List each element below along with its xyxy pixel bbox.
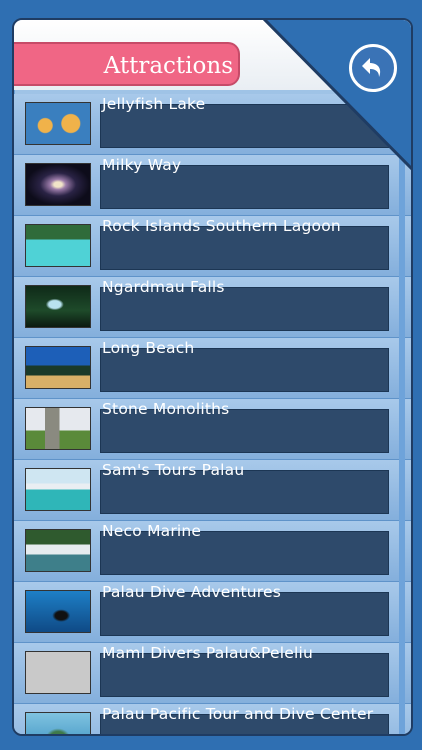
back-arrow-icon	[362, 58, 381, 77]
jellyfish-thumbnail	[25, 102, 91, 145]
page-title: Attractions	[14, 42, 240, 86]
lagoon-thumbnail	[25, 224, 91, 267]
scroll-edge	[399, 94, 405, 734]
item-label: Rock Islands Southern Lagoon	[102, 217, 341, 235]
header-corner-fold	[263, 20, 411, 170]
back-button[interactable]	[349, 44, 397, 92]
marina-thumbnail	[25, 529, 91, 572]
placeholder-thumbnail	[25, 651, 91, 694]
beach-thumbnail	[25, 346, 91, 389]
boat-tour-thumbnail	[25, 468, 91, 511]
item-label: Palau Dive Adventures	[102, 583, 282, 601]
diver-thumbnail	[25, 590, 91, 633]
item-label: Neco Marine	[102, 522, 202, 540]
monoliths-thumbnail	[25, 407, 91, 450]
island-aerial-thumbnail	[25, 712, 91, 734]
item-label: Palau Pacific Tour and Dive Center	[102, 705, 374, 723]
list-item-palau-dive-adventures[interactable]: Palau Dive Adventures	[14, 582, 411, 643]
waterfall-thumbnail	[25, 285, 91, 328]
item-label: Sam's Tours Palau	[102, 461, 245, 479]
list-item-sams-tours[interactable]: Sam's Tours Palau	[14, 460, 411, 521]
item-label: Ngardmau Falls	[102, 278, 225, 296]
list-item-stone-monoliths[interactable]: Stone Monoliths	[14, 399, 411, 460]
list-item-long-beach[interactable]: Long Beach	[14, 338, 411, 399]
app-frame: Attractions Jellyfish Lake Milky Way Roc…	[12, 18, 413, 736]
attractions-list[interactable]: Jellyfish Lake Milky Way Rock Islands So…	[14, 94, 411, 734]
list-item-palau-pacific-tour[interactable]: Palau Pacific Tour and Dive Center	[14, 704, 411, 734]
item-label: Milky Way	[102, 156, 182, 174]
item-label: Jellyfish Lake	[102, 95, 206, 113]
item-label: Stone Monoliths	[102, 400, 230, 418]
list-item-maml-divers[interactable]: Maml Divers Palau&Peleliu	[14, 643, 411, 704]
list-item-ngardmau-falls[interactable]: Ngardmau Falls	[14, 277, 411, 338]
galaxy-thumbnail	[25, 163, 91, 206]
list-item-neco-marine[interactable]: Neco Marine	[14, 521, 411, 582]
item-label: Maml Divers Palau&Peleliu	[102, 644, 314, 662]
list-item-rock-islands[interactable]: Rock Islands Southern Lagoon	[14, 216, 411, 277]
item-label: Long Beach	[102, 339, 195, 357]
